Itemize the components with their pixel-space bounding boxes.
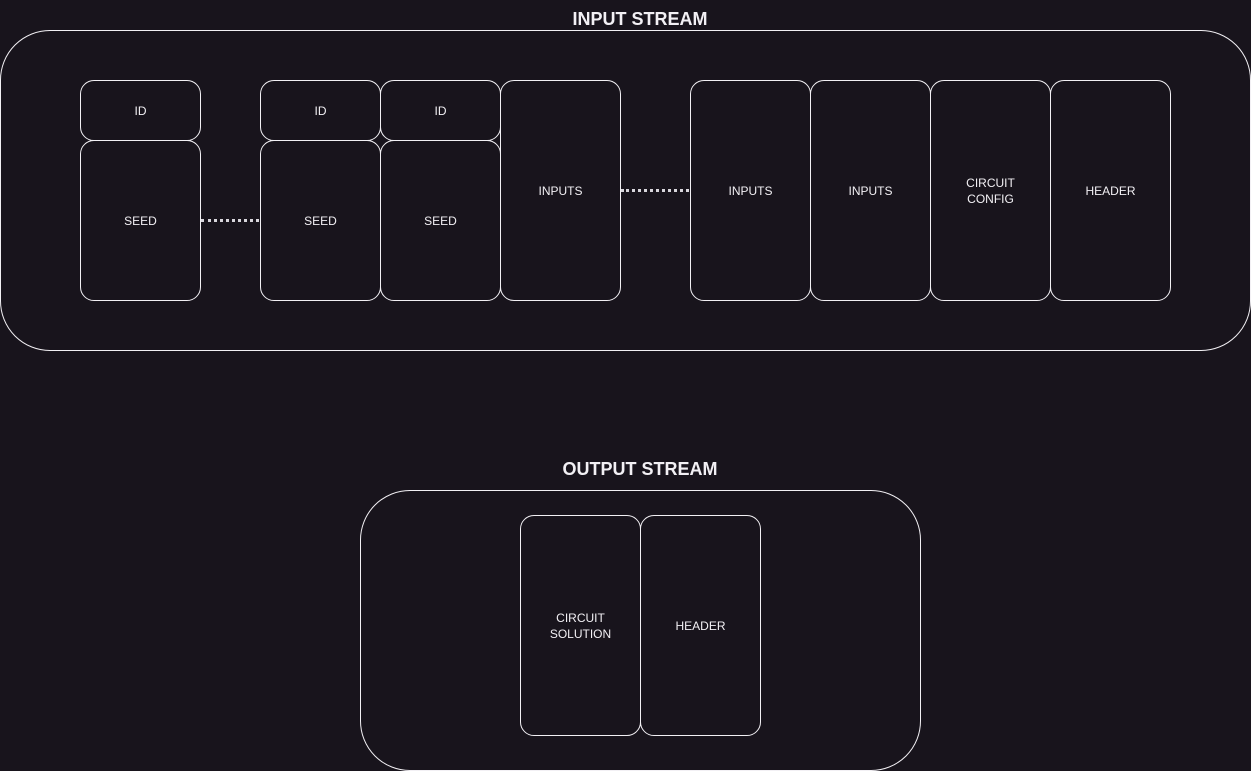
input-header-block: HEADER [1050,80,1171,301]
input-id-label: ID [434,103,447,118]
input-seed-block: SEED [80,140,201,301]
inputs-block: INPUTS [810,80,931,301]
input-seed-label: SEED [304,213,337,228]
inputs-block: INPUTS [500,80,621,301]
input-id-label: ID [134,103,147,118]
circuit-solution-label: CIRCUIT SOLUTION [549,610,612,641]
input-seed-block: SEED [260,140,381,301]
inputs-block: INPUTS [690,80,811,301]
circuit-config-block: CIRCUIT CONFIG [930,80,1051,301]
output-header-block: HEADER [640,515,761,736]
inputs-label: INPUTS [538,183,583,198]
circuit-solution-block: CIRCUIT SOLUTION [520,515,641,736]
input-seed-label: SEED [124,213,157,228]
inputs-label: INPUTS [728,183,773,198]
input-seed-label: SEED [424,213,457,228]
circuit-config-label: CIRCUIT CONFIG [966,175,1015,206]
input-header-label: HEADER [1085,183,1136,198]
input-seed-block: SEED [380,140,501,301]
input-id-label: ID [314,103,327,118]
output-stream-title: OUTPUT STREAM [562,459,718,479]
ellipsis-connector [201,219,259,222]
input-id-block: ID [380,80,501,141]
input-id-block: ID [260,80,381,141]
input-id-block: ID [80,80,201,141]
ellipsis-connector [621,189,689,192]
inputs-label: INPUTS [848,183,893,198]
input-stream-title: INPUT STREAM [572,9,708,29]
output-header-label: HEADER [675,618,726,633]
